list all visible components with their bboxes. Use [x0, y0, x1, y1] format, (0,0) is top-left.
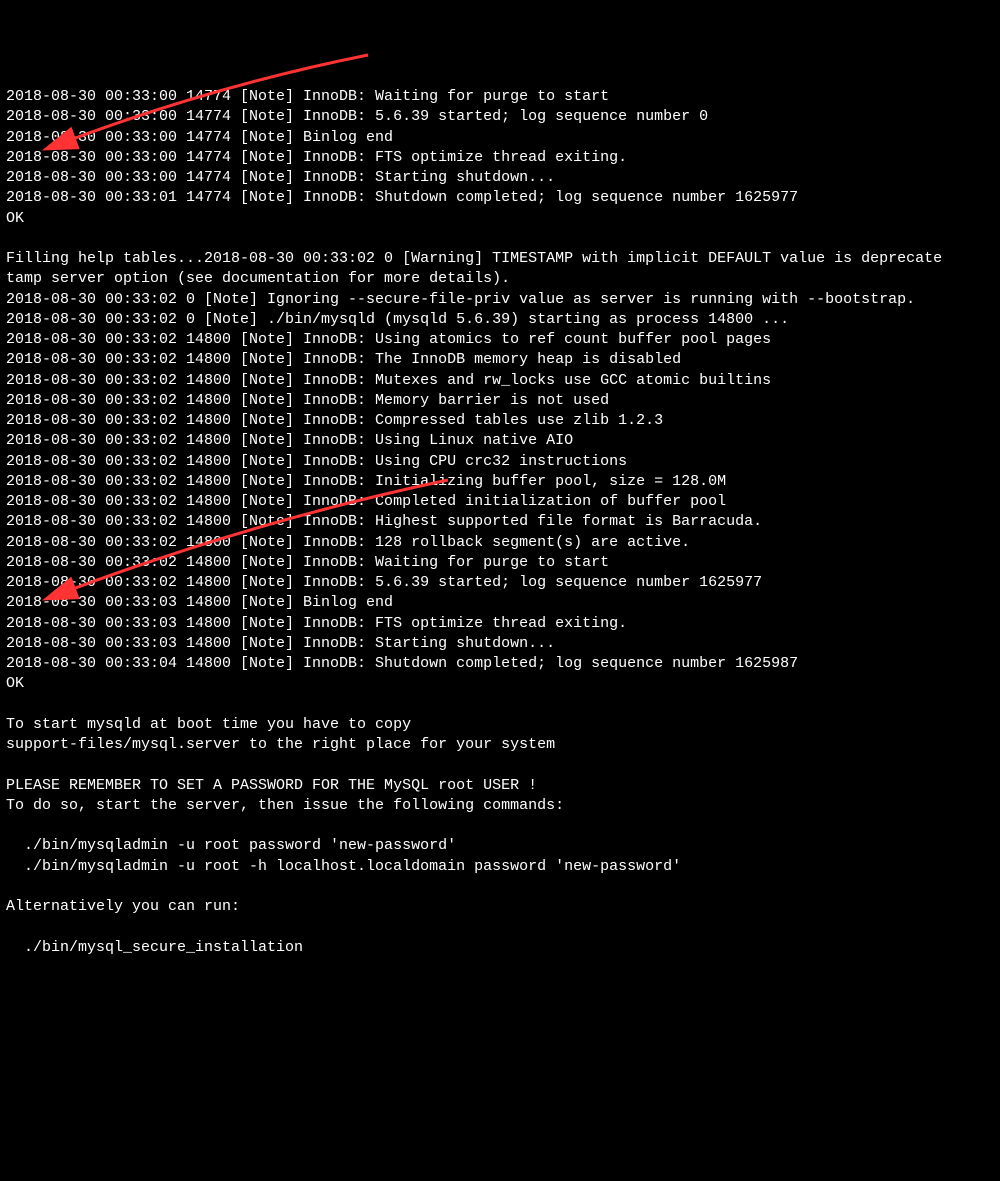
- terminal-output: 2018-08-30 00:33:00 14774 [Note] InnoDB:…: [6, 87, 994, 958]
